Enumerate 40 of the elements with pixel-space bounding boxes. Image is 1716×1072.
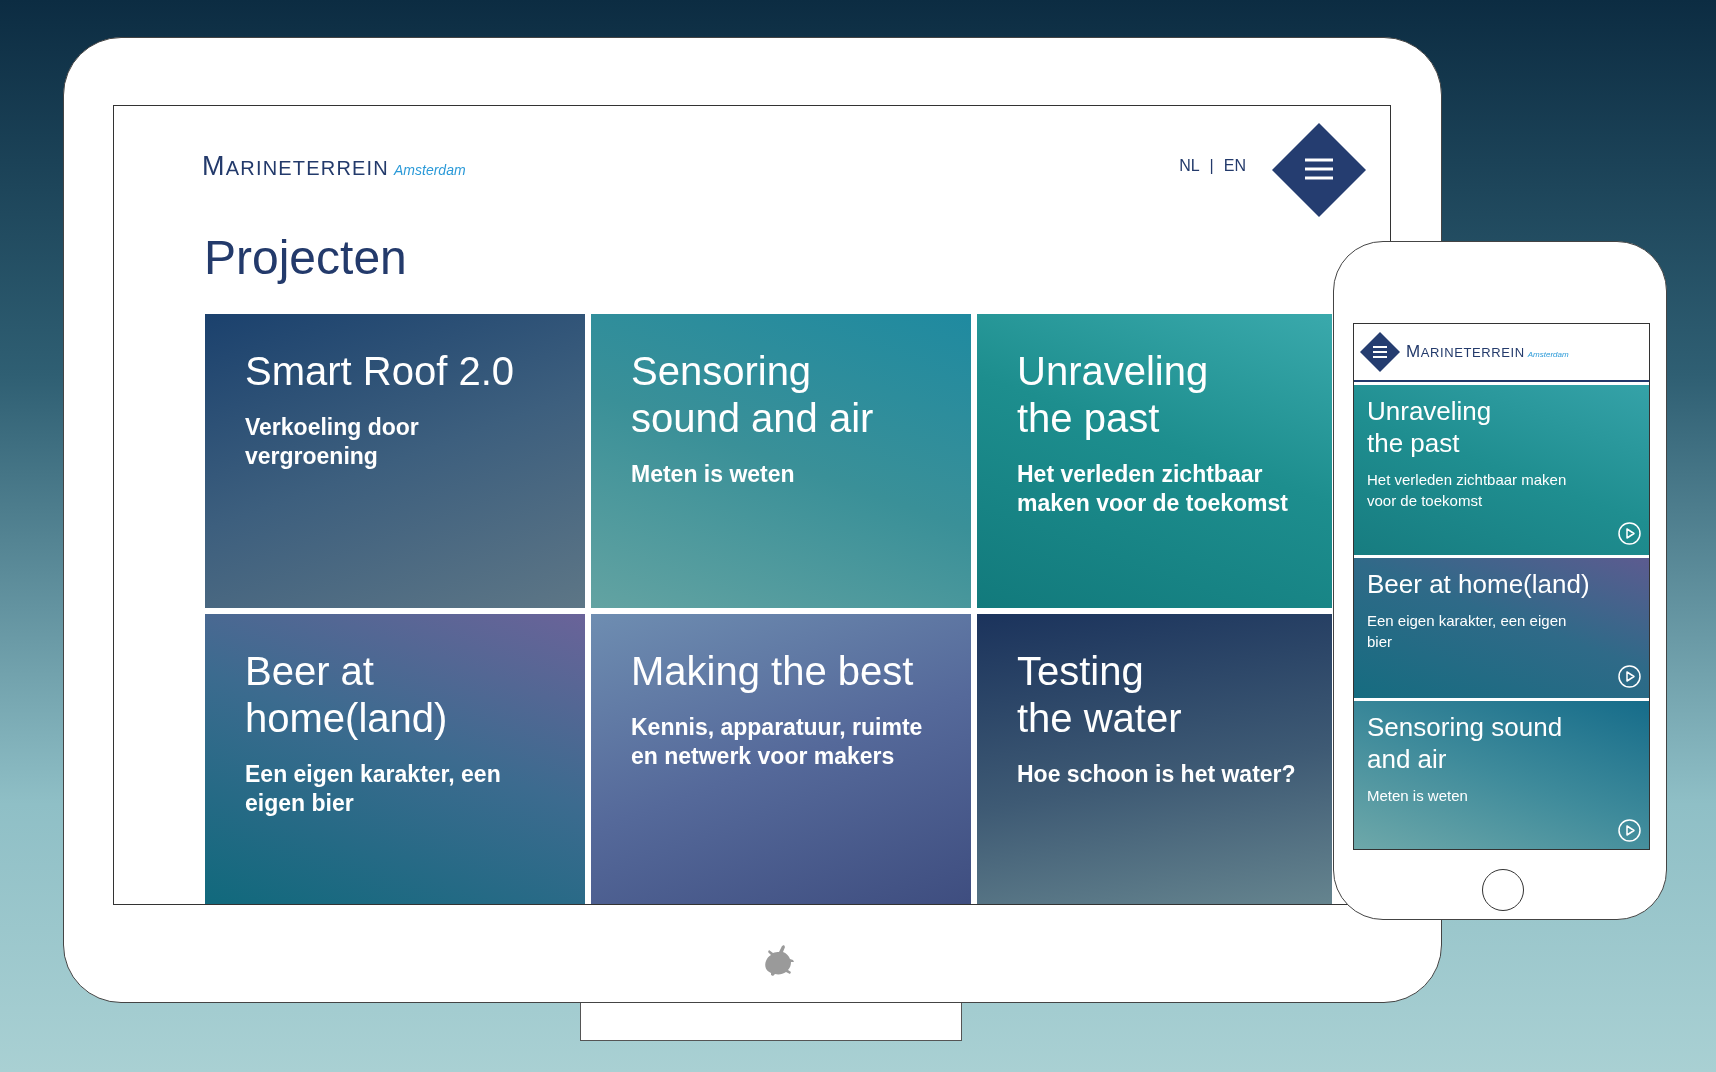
play-icon[interactable] xyxy=(1618,819,1641,842)
project-tile[interactable]: Beer at home(land) Een eigen karakter, een eigen bier xyxy=(205,614,585,904)
card-title: Unraveling the past xyxy=(1367,395,1492,459)
project-tile[interactable]: Smart Roof 2.0 Verkoeling door vergroening xyxy=(205,314,585,608)
logo-place-name: Amsterdam xyxy=(394,161,466,178)
page-heading: Projecten xyxy=(204,230,407,286)
card-subtitle: Een eigen karakter, een eigen bier xyxy=(1367,611,1567,652)
tile-subtitle: Verkoeling door vergroening xyxy=(245,413,419,471)
project-card[interactable]: Unraveling the past Het verleden zichtbaar maken voor de toekomst xyxy=(1354,385,1649,555)
language-separator: | xyxy=(1209,157,1214,175)
tile-title: Beer at home(land) xyxy=(245,648,448,742)
tile-subtitle: Meten is weten xyxy=(631,460,795,489)
logo-wordmark: MARINETERREIN xyxy=(1406,342,1525,362)
tile-subtitle: Het verleden zichtbaar maken voor de toekomst xyxy=(1017,460,1288,518)
project-tile[interactable]: Testing the water Hoe schoon is het water? xyxy=(977,614,1332,904)
menu-button[interactable] xyxy=(1360,332,1400,372)
play-icon[interactable] xyxy=(1618,522,1641,545)
project-card[interactable]: Beer at home(land) Een eigen karakter, een eigen bier xyxy=(1354,558,1649,698)
tile-title: Sensoring sound and air xyxy=(631,348,874,442)
menu-button[interactable] xyxy=(1272,123,1366,217)
logo-wordmark: MARINETERREIN xyxy=(202,150,389,182)
card-subtitle: Meten is weten xyxy=(1367,786,1468,806)
tile-subtitle: Hoe schoon is het water? xyxy=(1017,760,1296,789)
card-title: Sensoring sound and air xyxy=(1367,711,1563,775)
tile-subtitle: Een eigen karakter, een eigen bier xyxy=(245,760,501,818)
project-tile[interactable]: Unraveling the past Het verleden zichtbaar maken voor de toekomst xyxy=(977,314,1332,608)
tile-title: Smart Roof 2.0 xyxy=(245,348,514,395)
tile-title: Making the best xyxy=(631,648,914,695)
card-title: Beer at home(land) xyxy=(1367,568,1590,600)
language-link[interactable]: EN xyxy=(1223,157,1246,175)
language-link[interactable]: NL xyxy=(1179,157,1200,175)
tile-subtitle: Kennis, apparatuur, ruimte en netwerk voor makers xyxy=(631,713,923,771)
project-tile[interactable]: Making the best Kennis, apparatuur, ruimte en netwerk voor makers xyxy=(591,614,971,904)
logo-place-name: Amsterdam xyxy=(1527,350,1569,359)
project-tile[interactable]: Sensoring sound and air Meten is weten xyxy=(591,314,971,608)
play-icon[interactable] xyxy=(1618,665,1641,688)
tile-title: Unraveling the past xyxy=(1017,348,1209,442)
card-subtitle: Het verleden zichtbaar maken voor de toekomst xyxy=(1367,470,1567,511)
tile-title: Testing the water xyxy=(1017,648,1182,742)
project-card[interactable]: Sensoring sound and air Meten is weten xyxy=(1354,701,1649,849)
